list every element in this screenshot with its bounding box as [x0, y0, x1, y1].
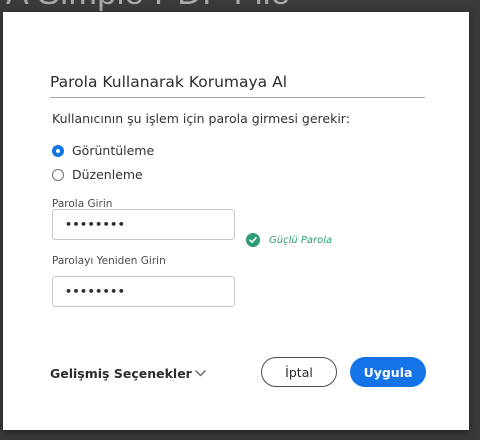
protect-with-password-dialog: Parola Kullanarak Korumaya Al Kullanıcın… — [3, 12, 469, 430]
password-strength-text: Güçlü Parola — [269, 234, 333, 246]
chevron-down-icon — [195, 370, 206, 377]
title-divider — [50, 97, 425, 98]
radio-editing-label: Düzenleme — [72, 167, 143, 182]
cancel-button[interactable]: İptal — [261, 357, 337, 387]
password-field[interactable] — [52, 209, 235, 240]
requirement-prompt: Kullanıcının şu işlem için parola girmes… — [52, 111, 350, 126]
apply-button[interactable]: Uygula — [350, 357, 426, 387]
dialog-title: Parola Kullanarak Korumaya Al — [50, 73, 287, 91]
radio-selected-indicator — [52, 144, 64, 157]
check-circle-icon — [246, 233, 260, 247]
advanced-options-label: Gelişmiş Seçenekler — [50, 366, 192, 381]
advanced-options-toggle[interactable]: Gelişmiş Seçenekler — [50, 366, 206, 381]
radio-unselected-indicator — [52, 168, 64, 181]
confirm-password-field[interactable] — [52, 276, 235, 307]
radio-viewing-label: Görüntüleme — [72, 143, 155, 158]
radio-editing[interactable]: Düzenleme — [52, 167, 143, 182]
password-strength-indicator: Güçlü Parola — [246, 233, 332, 247]
confirm-password-label: Parolayı Yeniden Girin — [52, 255, 166, 267]
radio-viewing[interactable]: Görüntüleme — [52, 143, 154, 158]
